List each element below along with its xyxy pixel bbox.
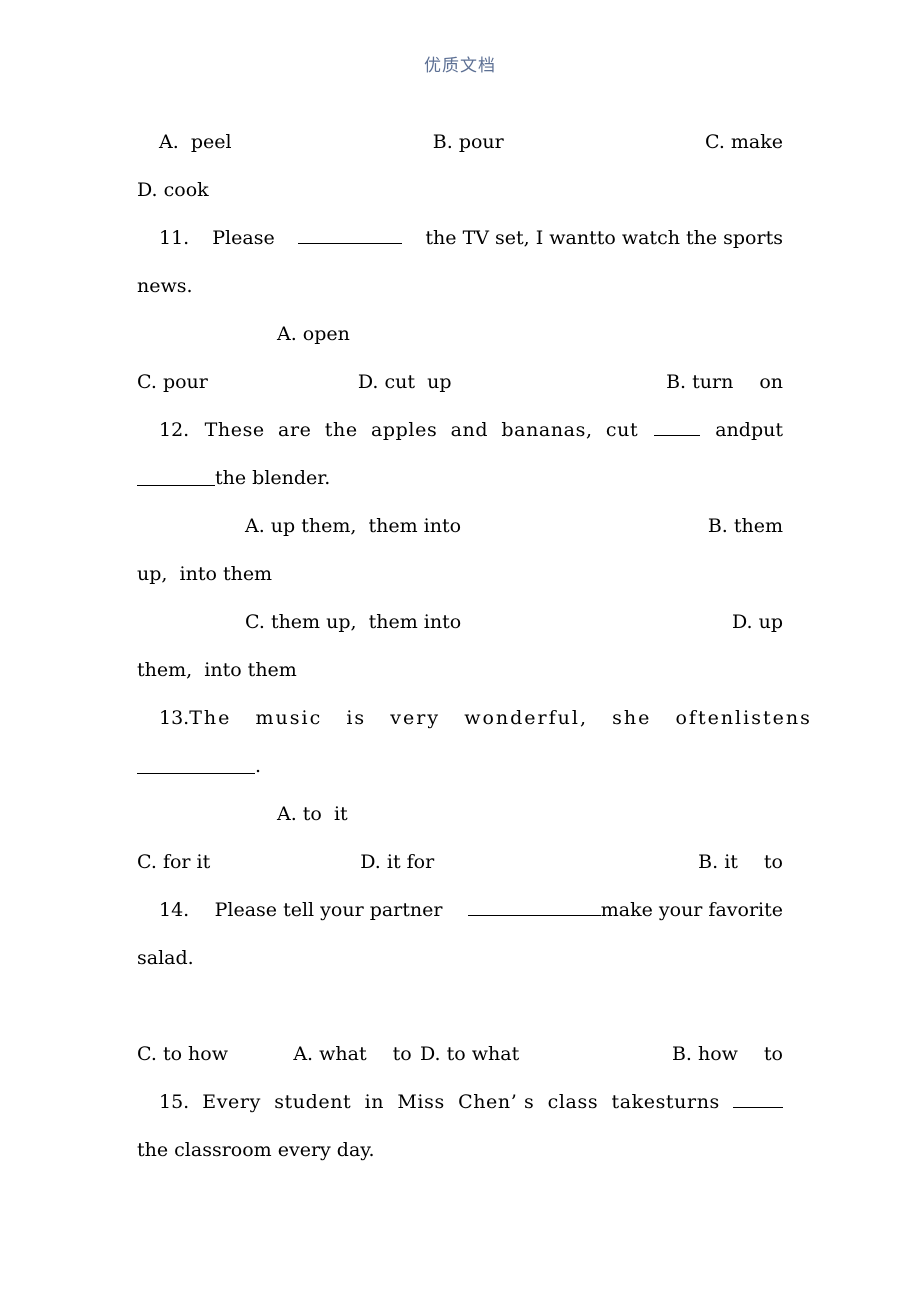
- option-c-q14: C. to how: [137, 1043, 228, 1065]
- question-12-stem-part-1: These are the apples and bananas, cut: [204, 419, 639, 441]
- option-b-q12-part-1: B. them: [707, 515, 783, 537]
- option-d-q12-part-1: D. up: [731, 611, 783, 633]
- question-14-stem-line-2: salad.: [137, 934, 783, 982]
- question-12-options-row-1: A. up them, them into B. them: [137, 502, 783, 550]
- question-15-stem-line-1: 15. Every student in Miss Chen’ s class …: [137, 1078, 784, 1126]
- answer-blank-q13[interactable]: [137, 755, 255, 775]
- option-a-q11: A. open: [277, 323, 350, 345]
- option-d-q14: D. to what: [420, 1043, 520, 1065]
- watermark-label: 优质文档: [424, 56, 496, 76]
- option-d-q13: D. it for: [360, 851, 435, 873]
- question-11-number: 11.: [159, 227, 190, 249]
- question-15-stem-continuation: the classroom every day.: [137, 1139, 375, 1161]
- question-12-stem-continuation: the blender.: [215, 467, 331, 489]
- question-12-stem-line-2: the blender.: [137, 454, 783, 502]
- option-a-q12: A. up them, them into: [245, 515, 462, 537]
- answer-blank-q12-b[interactable]: [137, 467, 215, 487]
- question-13-stem-line-1: 13. The music is very wonderful, she oft…: [137, 694, 810, 742]
- question-15-stem: Every student in Miss Chen’ s class take…: [202, 1091, 720, 1113]
- question-14-stem-after-blank: make your favorite: [600, 899, 783, 921]
- answer-blank-q15[interactable]: [732, 1089, 784, 1108]
- question-12-stem-line-1: 12. These are the apples and bananas, cu…: [137, 406, 783, 454]
- question-13-stem: The music is very wonderful, she oftenli…: [189, 707, 812, 729]
- question-13-number: 13.: [159, 707, 190, 729]
- option-c-q11: C. pour: [137, 371, 208, 393]
- option-c-q13: C. for it: [137, 851, 211, 873]
- question-12-options-row-2: up, into them: [137, 550, 783, 598]
- question-15-stem-line-2: the classroom every day.: [137, 1126, 783, 1174]
- question-11-options-row-1: A. open B. turn on: [137, 310, 783, 393]
- question-13-options-row-1: A. to it B. it to: [137, 790, 783, 873]
- question-11-stem-line-2: news.: [137, 262, 783, 310]
- answer-blank-q12-a[interactable]: [653, 417, 700, 436]
- question-12-options-row-3: C. them up, them into D. up: [137, 598, 783, 646]
- question-12-stem-part-2: andput: [715, 419, 783, 441]
- option-b-q12-part-2: up, into them: [137, 563, 273, 585]
- option-b-q10: B. pour: [432, 131, 504, 153]
- question-10-options-row-1: A. peel B. pour C. make: [137, 118, 783, 166]
- question-11-stem-line-1: 11. Please the TV set, I wantto watch th…: [137, 214, 783, 262]
- question-11-stem-before-blank: Please: [212, 227, 275, 249]
- option-a-q10: A. peel: [159, 131, 232, 153]
- question-14-options-row-1: A. what to B. how to: [137, 982, 783, 1065]
- option-d-q10: D. cook: [137, 179, 209, 201]
- question-14-stem-before-blank: Please tell your partner: [214, 899, 443, 921]
- question-12-options-row-4: them, into them: [137, 646, 783, 694]
- question-13-stem-period: .: [255, 755, 262, 777]
- option-c-q12: C. them up, them into: [245, 611, 462, 633]
- question-14-number: 14.: [159, 899, 190, 921]
- question-14-options-row-2: C. to how D. to what: [137, 1030, 783, 1078]
- option-d-q12-part-2: them, into them: [137, 659, 297, 681]
- question-15-number: 15.: [159, 1091, 190, 1113]
- question-10-options-row-2: D. cook: [137, 166, 783, 214]
- answer-blank-q11[interactable]: [297, 225, 403, 244]
- question-11-stem-after-blank: the TV set, I wantto watch the sports: [425, 227, 783, 249]
- question-13-stem-line-2: .: [137, 742, 783, 790]
- question-14-stem-line-1: 14. Please tell your partner make your f…: [137, 886, 783, 934]
- option-d-q11: D. cut up: [357, 371, 452, 393]
- question-14-stem-continuation: salad.: [137, 947, 194, 969]
- question-11-options-row-2: C. pour D. cut up: [137, 358, 783, 406]
- option-a-q13: A. to it: [277, 803, 348, 825]
- question-13-options-row-2: C. for it D. it for: [137, 838, 783, 886]
- document-page: 优质文档 A. peel B. pour C. make D. cook 11.…: [0, 0, 920, 1302]
- question-12-number: 12.: [159, 419, 190, 441]
- answer-blank-q14[interactable]: [467, 897, 601, 916]
- question-11-stem-continuation: news.: [137, 275, 193, 297]
- document-body: A. peel B. pour C. make D. cook 11. Plea…: [137, 118, 810, 1174]
- page-header: 优质文档: [0, 58, 920, 76]
- option-c-q10: C. make: [704, 131, 783, 153]
